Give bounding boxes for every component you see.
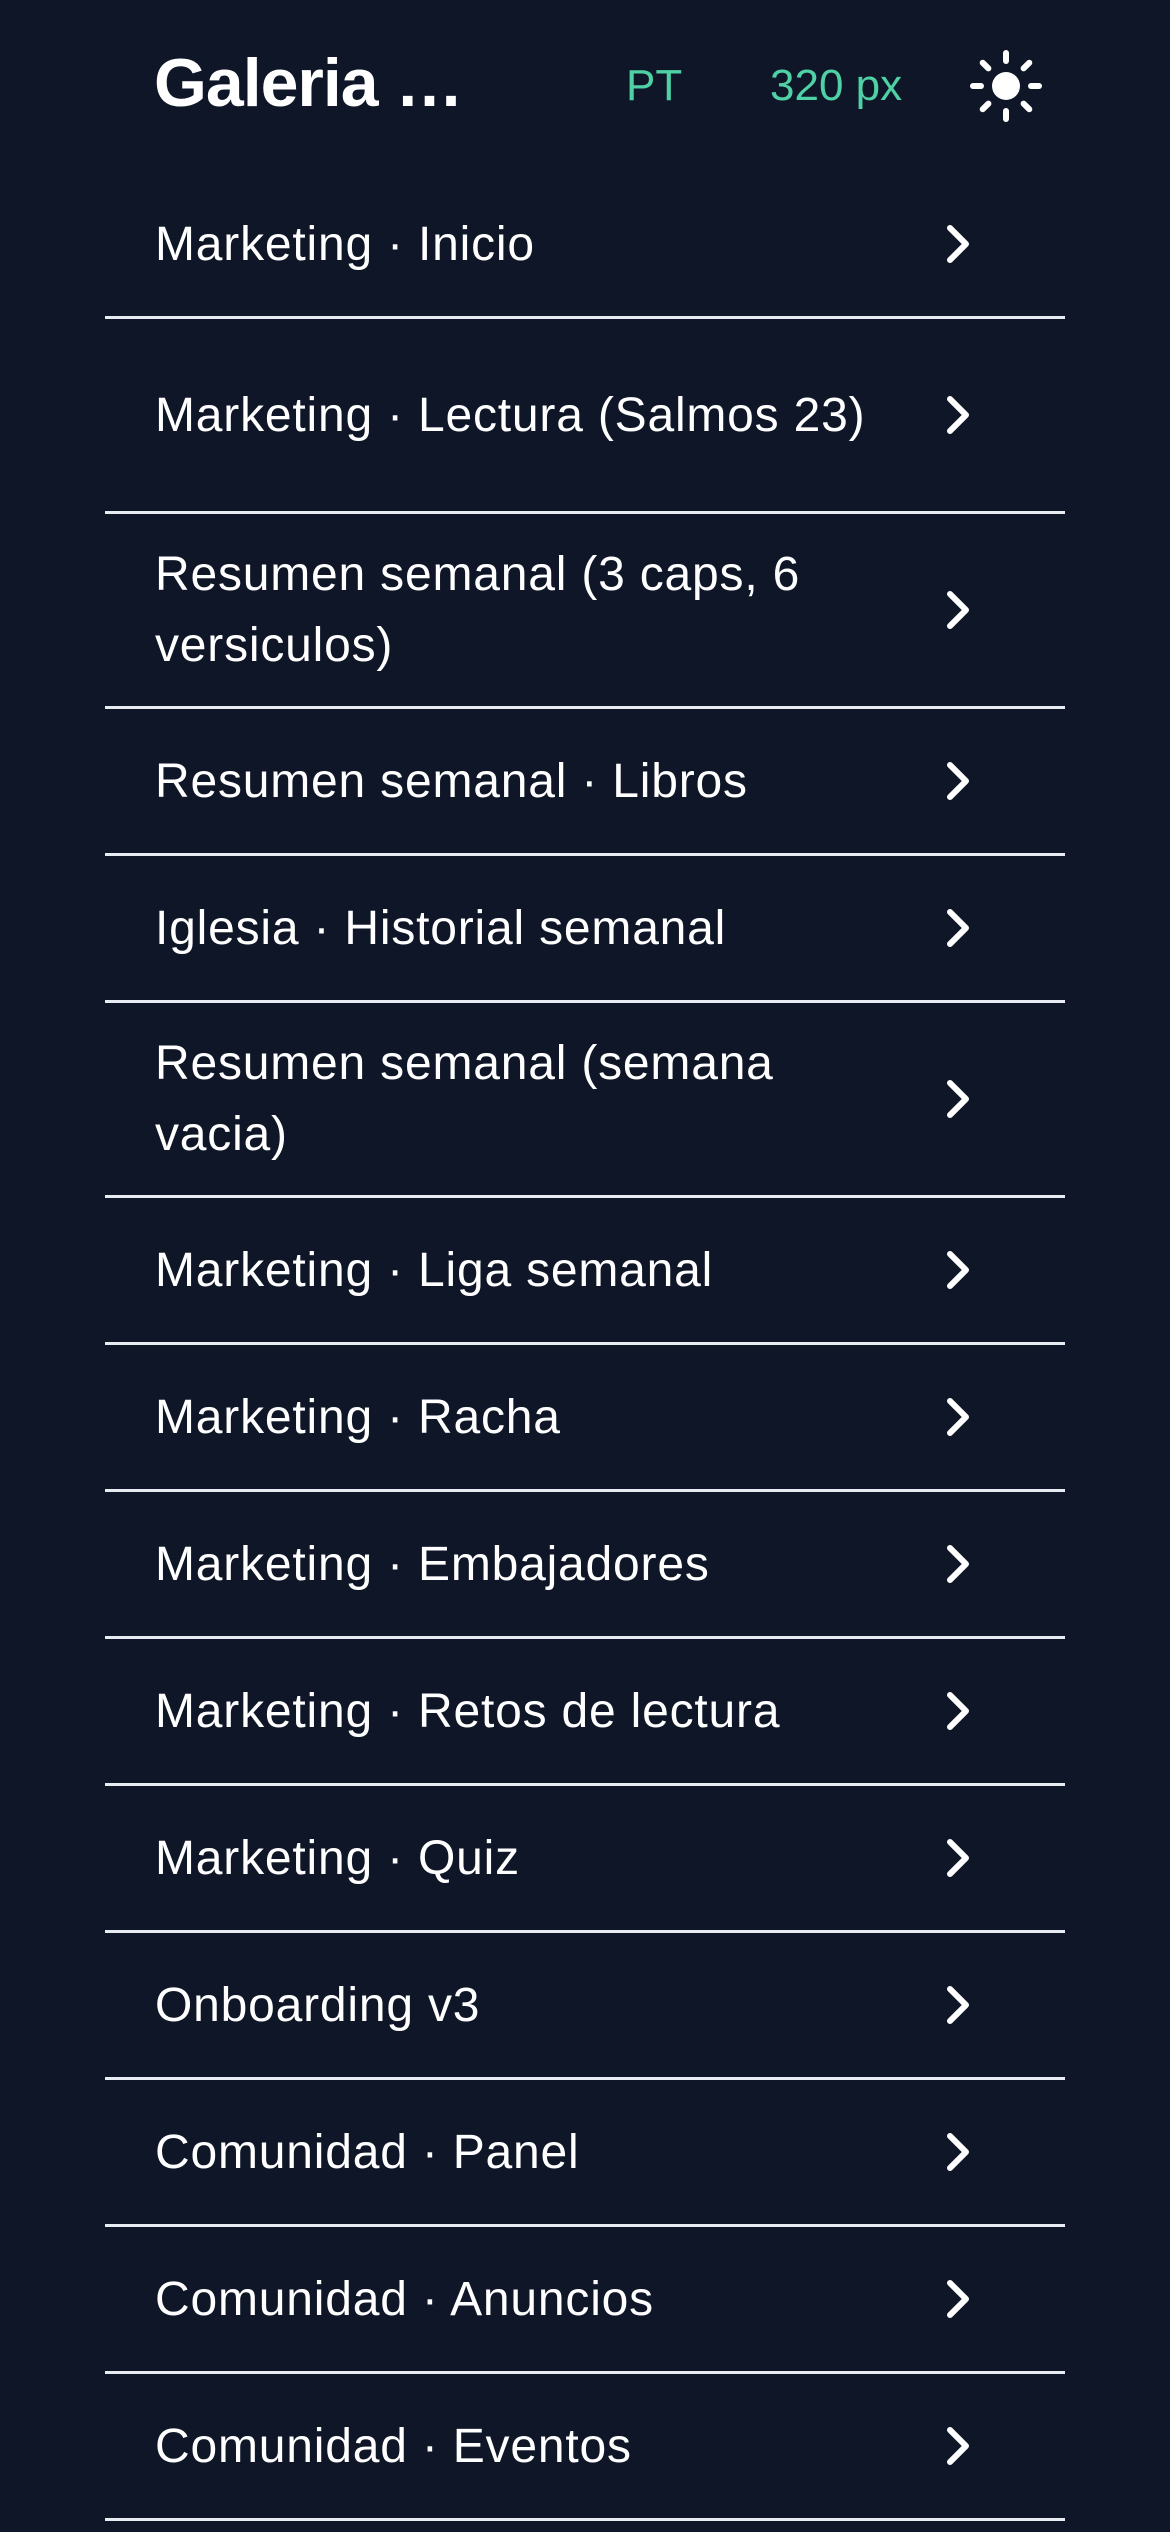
sun-icon bbox=[970, 50, 1042, 122]
chevron-right-icon bbox=[947, 2427, 969, 2465]
list-item[interactable]: Marketing · Quiz bbox=[105, 1786, 1065, 1933]
list-item[interactable]: Marketing · Inicio bbox=[105, 172, 1065, 319]
screen-list: Marketing · Inicio Marketing · Lectura (… bbox=[105, 172, 1065, 2521]
list-item[interactable]: Marketing · Racha bbox=[105, 1345, 1065, 1492]
chevron-right-icon bbox=[947, 591, 969, 629]
list-item[interactable]: Onboarding v3 bbox=[105, 1933, 1065, 2080]
app-header: Galeria — Pantallas PT 320 px bbox=[0, 0, 1170, 172]
chevron-right-icon bbox=[947, 1839, 969, 1877]
chevron-right-icon bbox=[947, 1080, 969, 1118]
list-item-label: Resumen semanal · Libros bbox=[155, 754, 748, 808]
theme-toggle-button[interactable] bbox=[966, 46, 1046, 126]
chevron-right-icon bbox=[947, 396, 969, 434]
list-item-label: Onboarding v3 bbox=[155, 1978, 481, 2032]
list-item-label: Marketing · Retos de lectura bbox=[155, 1684, 781, 1738]
list-item[interactable]: Resumen semanal (semana vacia) bbox=[105, 1003, 1065, 1198]
chevron-right-icon bbox=[947, 1986, 969, 2024]
list-item-label: Comunidad · Anuncios bbox=[155, 2272, 654, 2326]
chevron-right-icon bbox=[947, 2280, 969, 2318]
chevron-right-icon bbox=[947, 2133, 969, 2171]
list-item-label: Marketing · Embajadores bbox=[155, 1537, 710, 1591]
chevron-right-icon bbox=[947, 762, 969, 800]
list-item-label: Comunidad · Eventos bbox=[155, 2419, 632, 2473]
list-item[interactable]: Comunidad · Panel bbox=[105, 2080, 1065, 2227]
chevron-right-icon bbox=[947, 1398, 969, 1436]
list-item-label: Comunidad · Panel bbox=[155, 2125, 580, 2179]
language-toggle[interactable]: PT bbox=[626, 56, 682, 116]
list-item[interactable]: Marketing · Lectura (Salmos 23) bbox=[105, 319, 1065, 514]
list-item-label: Marketing · Lectura (Salmos 23) bbox=[155, 388, 866, 442]
list-item[interactable]: Iglesia · Historial semanal bbox=[105, 856, 1065, 1003]
list-item[interactable]: Resumen semanal · Libros bbox=[105, 709, 1065, 856]
list-item[interactable]: Marketing · Liga semanal bbox=[105, 1198, 1065, 1345]
viewport-width-selector[interactable]: 320 px bbox=[770, 56, 902, 116]
list-item-label: Marketing · Liga semanal bbox=[155, 1243, 714, 1297]
list-item-label: Marketing · Quiz bbox=[155, 1831, 520, 1885]
list-item[interactable]: Marketing · Embajadores bbox=[105, 1492, 1065, 1639]
chevron-right-icon bbox=[947, 1692, 969, 1730]
list-item-label: Marketing · Inicio bbox=[155, 217, 535, 271]
list-item-label: Resumen semanal (3 caps, 6 versiculos) bbox=[155, 548, 801, 672]
page-title: Galeria — Pantallas bbox=[154, 45, 520, 121]
list-item-label: Iglesia · Historial semanal bbox=[155, 901, 727, 955]
chevron-right-icon bbox=[947, 1251, 969, 1289]
list-item[interactable]: Comunidad · Anuncios bbox=[105, 2227, 1065, 2374]
chevron-right-icon bbox=[947, 1545, 969, 1583]
list-item[interactable]: Comunidad · Eventos bbox=[105, 2374, 1065, 2521]
chevron-right-icon bbox=[947, 909, 969, 947]
list-item-label: Resumen semanal (semana vacia) bbox=[155, 1037, 774, 1161]
list-item[interactable]: Marketing · Retos de lectura bbox=[105, 1639, 1065, 1786]
list-item[interactable]: Resumen semanal (3 caps, 6 versiculos) bbox=[105, 514, 1065, 709]
chevron-right-icon bbox=[947, 225, 969, 263]
list-item-label: Marketing · Racha bbox=[155, 1390, 561, 1444]
